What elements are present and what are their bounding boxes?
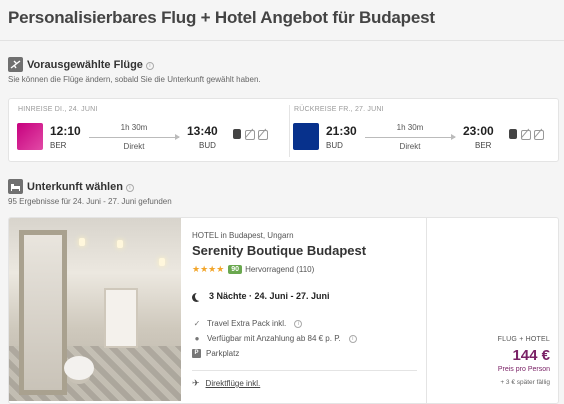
flights-card[interactable]: HINREISE DI., 24. JUNI 12:10 BER 1h 30m … [8,98,559,162]
return-type: Direkt [399,142,421,151]
outbound-arr-time: 13:40 [187,124,218,138]
price-later-fee: + 3 € später fällig [500,379,550,386]
outbound-arr-airport: BUD [199,141,216,150]
no-checked-bag-icon [257,129,268,140]
price-label: FLUG + HOTEL [497,336,550,343]
title-divider [0,40,564,41]
photo-door [104,288,138,348]
return-flight[interactable]: RÜCKREISE FR., 27. JUNI 21:30 BUD 1h 30m… [290,99,560,163]
hotel-rating: ★★★★ 90 Hervorragend (110) [192,264,314,275]
direct-flights[interactable]: ✈ Direktflüge inkl. [192,378,260,389]
outbound-type: Direkt [123,142,145,151]
personal-bag-icon [509,129,517,139]
stay-nights: 3 Nächte · 24. Juni - 27. Juni [192,291,330,301]
info-icon[interactable]: i [125,184,134,192]
price-per-person: Preis pro Person [497,366,550,373]
personal-bag-icon [233,129,241,139]
outbound-flight[interactable]: HINREISE DI., 24. JUNI 12:10 BER 1h 30m … [9,99,289,163]
info-icon[interactable]: i [145,62,154,70]
info-icon[interactable]: i [294,319,303,328]
hotel-section-title: Unterkunft wählen i [27,181,134,193]
return-label: RÜCKREISE FR., 27. JUNI [294,106,384,113]
photo-flowers [64,356,94,380]
price-box[interactable]: FLUG + HOTEL 144 € Preis pro Person + 3 … [426,218,558,403]
hotel-divider [192,370,417,371]
feature-parking: P Parkplatz [192,349,239,358]
return-arr-airport: BER [475,141,492,150]
outbound-label: HINREISE DI., 24. JUNI [18,106,98,113]
bed-icon [8,179,23,194]
return-dep-time: 21:30 [326,124,357,138]
parking-icon: P [192,349,201,358]
hotel-name[interactable]: Serenity Boutique Budapest [192,243,366,258]
review-score-text: Hervorragend (110) [245,265,315,274]
no-cabin-bag-icon [520,129,531,140]
plane-icon [8,57,23,72]
outbound-dep-time: 12:10 [50,124,81,138]
photo-lamp [79,238,85,246]
feature-deposit: ● Verfügbar mit Anzahlung ab 84 € p. P. i [192,334,357,343]
outbound-dep-airport: BER [50,141,67,150]
route-arrow [365,134,456,140]
outbound-duration: 1h 30m [120,123,148,132]
info-icon[interactable]: i [348,334,357,343]
photo-mirror [19,230,67,395]
return-dep-airport: BUD [326,141,343,150]
hotel-section-subtitle: 95 Ergebnisse für 24. Juni - 27. Juni ge… [8,197,172,206]
hotel-card[interactable]: HOTEL in Budapest, Ungarn Serenity Bouti… [8,217,559,404]
photo-lamp [117,240,123,248]
no-checked-bag-icon [533,129,544,140]
feature-travel-extra: ✓ Travel Extra Pack inkl. i [192,319,303,328]
price-value: 144 € [512,347,550,364]
plane-icon: ✈ [192,378,200,388]
return-arr-time: 23:00 [463,124,494,138]
no-cabin-bag-icon [244,129,255,140]
hotel-photo[interactable] [9,218,181,401]
ryanair-logo [293,123,319,150]
check-icon: ✓ [193,319,201,328]
piggy-bank-icon: ● [194,334,200,343]
direct-flights-link[interactable]: Direktflüge inkl. [206,379,261,388]
wizz-air-logo [17,123,43,150]
return-duration: 1h 30m [396,123,424,132]
star-rating-icon: ★★★★ [192,264,225,274]
hotel-meta: HOTEL in Budapest, Ungarn [192,231,294,240]
moon-icon [195,292,204,301]
page-title: Personalisierbares Flug + Hotel Angebot … [8,8,435,27]
photo-lamp [159,258,165,266]
review-score-badge: 90 [228,265,243,274]
route-arrow [89,134,180,140]
flights-section-title: Vorausgewählte Flüge i [27,59,154,71]
flights-section-subtitle: Sie können die Flüge ändern, sobald Sie … [8,75,261,84]
